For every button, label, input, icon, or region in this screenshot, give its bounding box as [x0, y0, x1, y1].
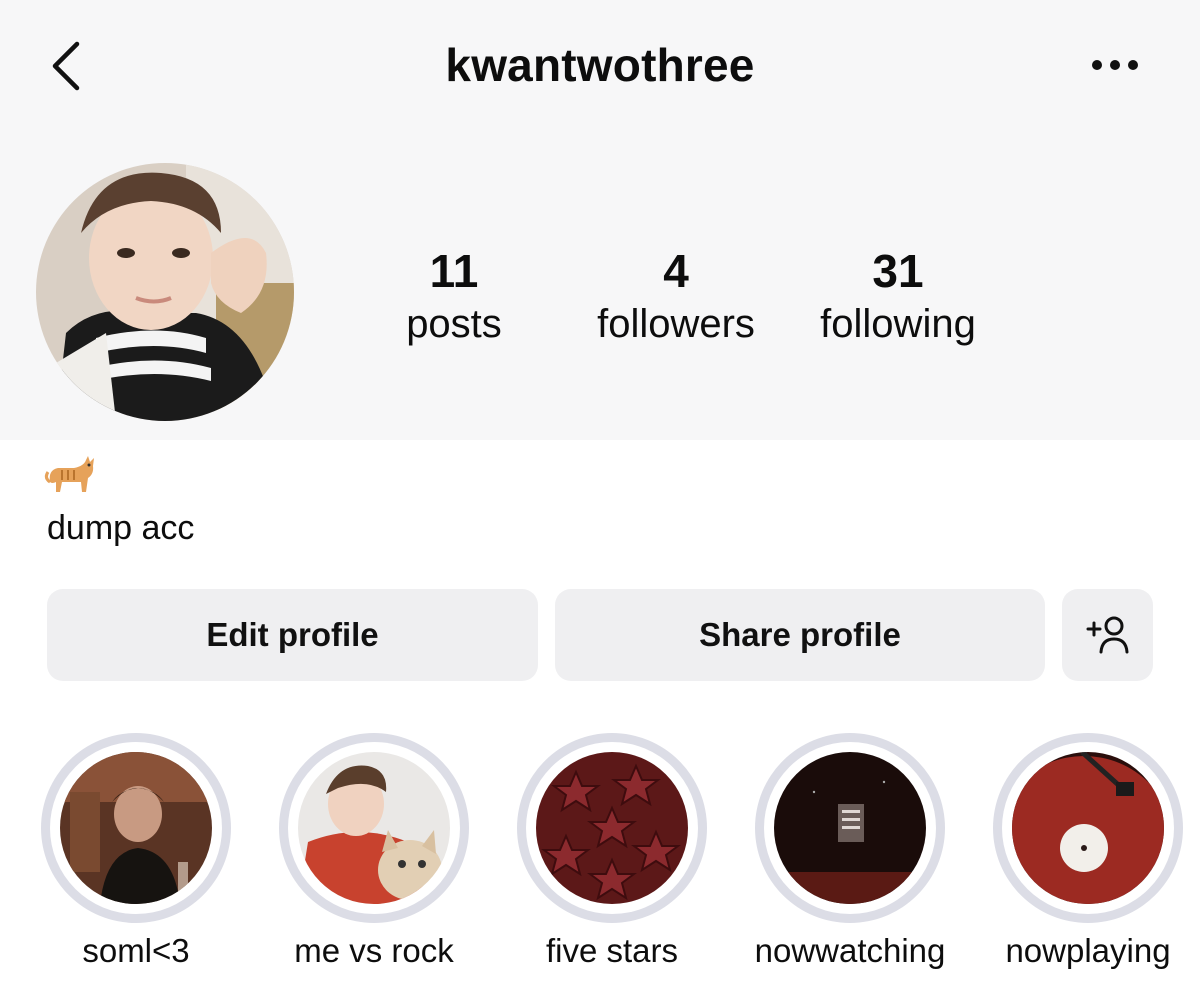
highlight-label: me vs rock: [294, 932, 454, 969]
bio-text: dump acc: [47, 509, 195, 547]
highlight-cover: [298, 752, 450, 904]
posts-count: 11: [429, 245, 479, 297]
share-profile-label: Share profile: [699, 616, 901, 653]
add-person-icon: [1086, 616, 1128, 654]
highlight-cover: [536, 752, 688, 904]
more-options-button[interactable]: [1085, 48, 1145, 82]
followers-count: 4: [663, 245, 689, 297]
highlight-ring[interactable]: [755, 733, 945, 923]
highlight-item[interactable]: soml<3: [41, 733, 231, 993]
share-profile-button[interactable]: Share profile: [555, 589, 1045, 681]
highlight-cover: [774, 752, 926, 904]
followers-stat[interactable]: 4 followers: [583, 244, 769, 348]
more-horizontal-icon: [1092, 60, 1138, 70]
cat-emoji-icon: [44, 452, 96, 500]
highlight-item[interactable]: nowplaying: [993, 733, 1183, 993]
edit-profile-label: Edit profile: [206, 616, 379, 653]
posts-stat[interactable]: 11 posts: [380, 244, 528, 348]
avatar-image: [36, 163, 294, 421]
highlight-label: soml<3: [82, 932, 190, 969]
highlight-label: nowplaying: [1005, 932, 1171, 969]
chevron-left-icon: [52, 41, 80, 91]
highlight-item[interactable]: nowwatching: [755, 733, 945, 993]
page-title: kwantwothree: [445, 39, 755, 91]
highlight-ring[interactable]: [279, 733, 469, 923]
highlight-label: five stars: [545, 932, 679, 969]
highlight-ring[interactable]: [993, 733, 1183, 923]
following-label: following: [820, 302, 976, 346]
highlight-ring[interactable]: [41, 733, 231, 923]
highlight-item[interactable]: me vs rock: [279, 733, 469, 993]
highlight-item[interactable]: five stars: [517, 733, 707, 993]
following-count: 31: [872, 245, 924, 297]
following-stat[interactable]: 31 following: [806, 244, 990, 348]
back-button[interactable]: [40, 38, 90, 94]
highlight-ring[interactable]: [517, 733, 707, 923]
top-nav-bar: kwantwothree: [0, 0, 1200, 130]
highlight-label: nowwatching: [754, 932, 946, 969]
highlight-cover: [1012, 752, 1164, 904]
profile-avatar[interactable]: [36, 163, 294, 421]
edit-profile-button[interactable]: Edit profile: [47, 589, 538, 681]
followers-label: followers: [597, 302, 755, 346]
highlight-cover: [60, 752, 212, 904]
discover-people-button[interactable]: [1062, 589, 1153, 681]
posts-label: posts: [406, 302, 502, 346]
